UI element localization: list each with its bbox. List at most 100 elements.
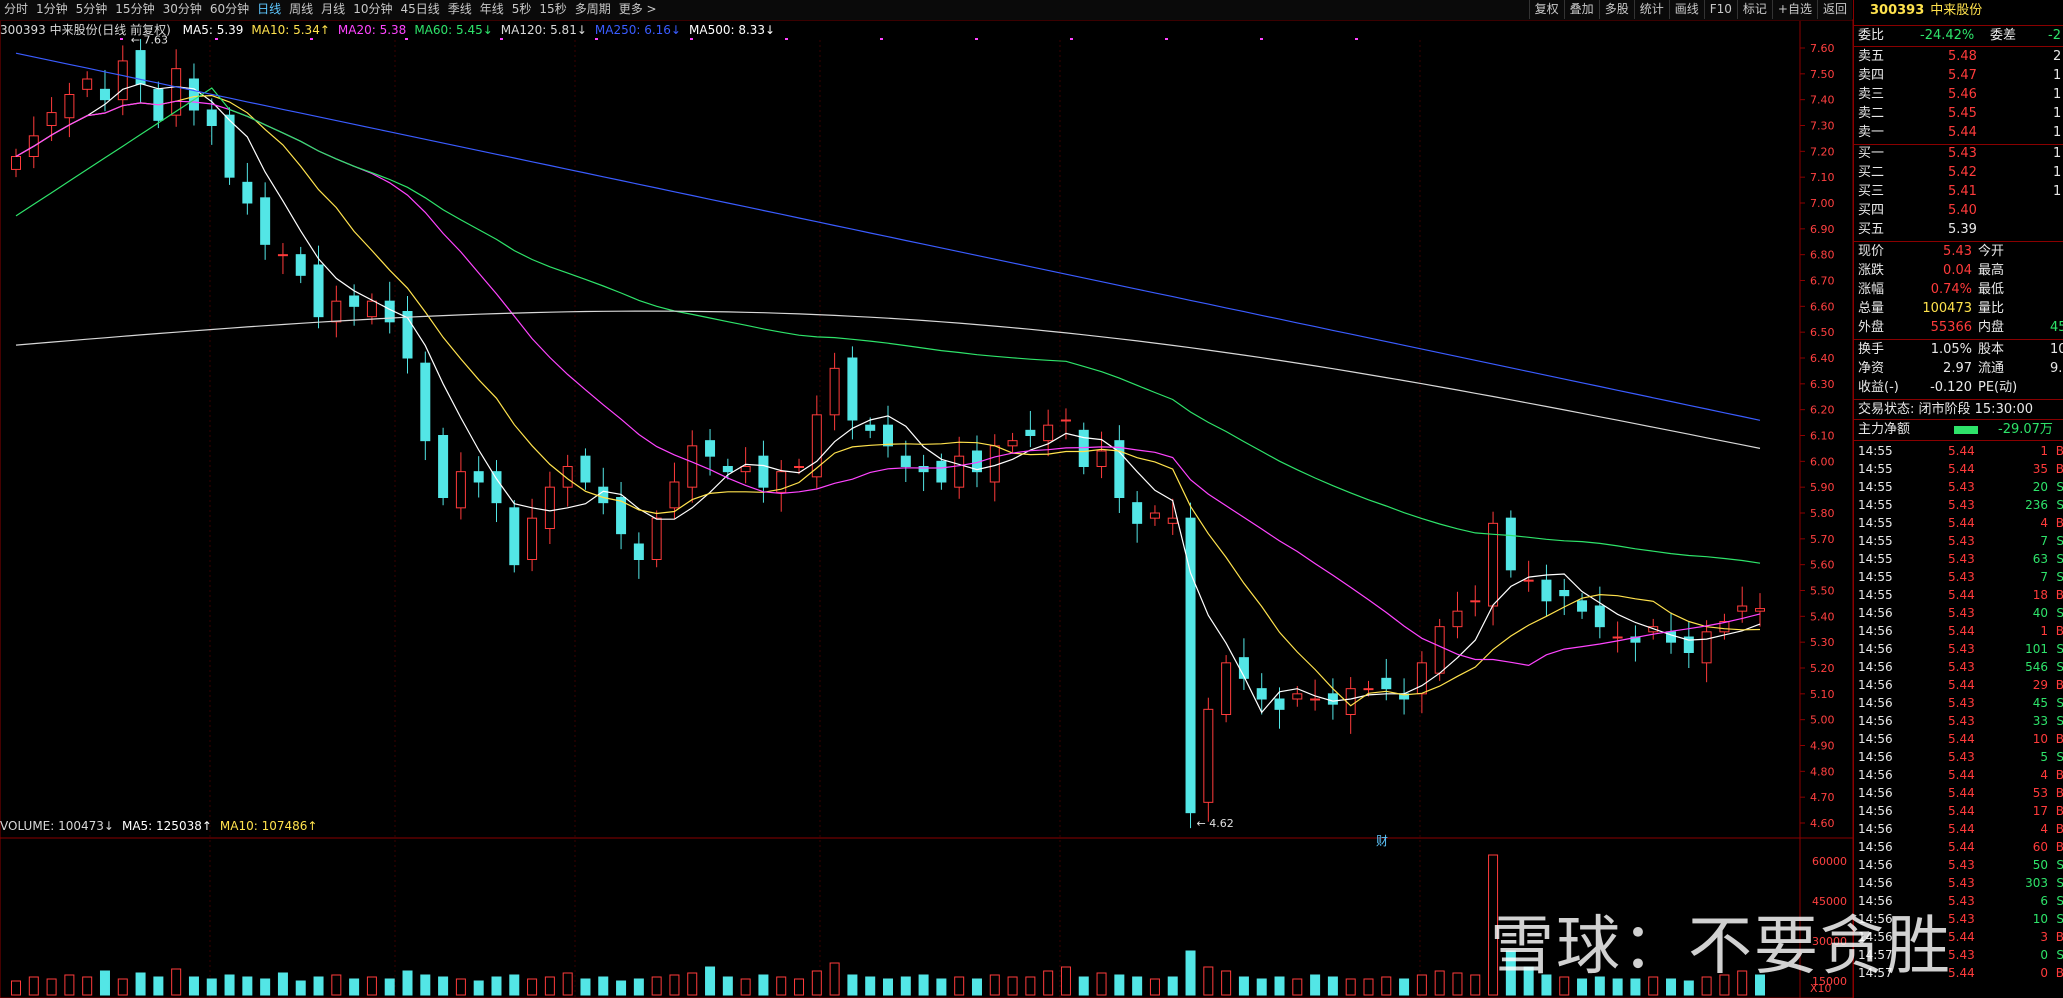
tool-button[interactable]: 多股 bbox=[1598, 0, 1634, 19]
tool-button[interactable]: 复权 bbox=[1528, 0, 1564, 19]
bid-row: 买四 5.40 bbox=[1858, 202, 2063, 220]
stat-row: 总量 100473 量比 bbox=[1858, 300, 2063, 318]
tick-time: 14:56 bbox=[1858, 642, 1893, 656]
tick-row: 14:55 5.44 4 B bbox=[1858, 514, 2063, 532]
bid-price: 5.39 bbox=[1948, 222, 1977, 237]
volume-bar bbox=[277, 972, 288, 996]
volume-bar bbox=[171, 968, 182, 996]
timeframe-tab[interactable]: 月线 bbox=[317, 0, 349, 19]
timeframe-tab[interactable]: 分时 bbox=[0, 0, 32, 19]
ma-line bbox=[15, 100, 1761, 667]
tick-side: B bbox=[2055, 624, 2063, 638]
timeframe-tab[interactable]: 15分钟 bbox=[111, 0, 158, 19]
candle-body bbox=[1292, 693, 1303, 700]
timeframe-tab[interactable]: 多周期 bbox=[571, 0, 615, 19]
volume-bar bbox=[1399, 978, 1410, 996]
timeframe-tab[interactable]: 10分钟 bbox=[349, 0, 396, 19]
timeframe-tab[interactable]: 30分钟 bbox=[159, 0, 206, 19]
candle-body bbox=[1060, 419, 1071, 422]
stat-label: 现价 bbox=[1858, 244, 1885, 259]
timeframe-tab[interactable]: 更多 > bbox=[615, 0, 661, 19]
tick-price: 5.43 bbox=[1948, 660, 1975, 674]
volume-bar bbox=[509, 974, 520, 996]
tick-side: S bbox=[2056, 696, 2063, 710]
volume-bar bbox=[847, 974, 858, 996]
tick-time: 14:56 bbox=[1858, 624, 1893, 638]
volume-bar bbox=[1274, 976, 1285, 996]
event-marker bbox=[785, 38, 788, 40]
timeframe-tab[interactable]: 年线 bbox=[476, 0, 508, 19]
tick-row: 14:56 5.43 33 S bbox=[1858, 712, 2063, 730]
candle-body bbox=[1523, 579, 1534, 582]
volume-bar bbox=[64, 974, 75, 996]
tick-price: 5.43 bbox=[1948, 552, 1975, 566]
timeframe-tab[interactable]: 60分钟 bbox=[206, 0, 253, 19]
candle-body bbox=[1434, 626, 1445, 674]
candle-body bbox=[1274, 698, 1285, 710]
tick-price: 5.44 bbox=[1948, 588, 1975, 602]
stat-row: 外盘 55366 内盘 45 bbox=[1858, 319, 2063, 337]
event-marker bbox=[1070, 38, 1073, 40]
bid-volume: 1 bbox=[2053, 146, 2062, 161]
volume-bar bbox=[971, 978, 982, 996]
tick-price: 5.44 bbox=[1948, 804, 1975, 818]
tool-button[interactable]: 统计 bbox=[1633, 0, 1669, 19]
timeframe-tab[interactable]: 5秒 bbox=[508, 0, 536, 19]
tick-volume: 35 bbox=[2032, 462, 2048, 476]
tool-button[interactable]: 叠加 bbox=[1563, 0, 1599, 19]
y-tick-label: 6.20 bbox=[1810, 404, 1835, 417]
volume-bar bbox=[829, 962, 840, 996]
volume-tick-label: 60000 bbox=[1812, 855, 1847, 868]
volume-bar bbox=[687, 972, 698, 996]
y-tick-label: 7.60 bbox=[1810, 42, 1835, 55]
y-tick-label: 4.60 bbox=[1810, 817, 1835, 830]
timeframe-tab[interactable]: 45日线 bbox=[396, 0, 443, 19]
timeframe-tab[interactable]: 日线 bbox=[253, 0, 285, 19]
volume-bar bbox=[794, 978, 805, 996]
tick-side: B bbox=[2055, 966, 2063, 980]
y-tick-label: 5.40 bbox=[1810, 610, 1835, 623]
volume-bar bbox=[402, 970, 413, 996]
tool-button[interactable]: 标记 bbox=[1736, 0, 1772, 19]
volume-bar bbox=[811, 970, 822, 996]
separator bbox=[1854, 25, 2063, 26]
timeframe-tab[interactable]: 15秒 bbox=[535, 0, 570, 19]
tool-button[interactable]: F10 bbox=[1703, 0, 1737, 19]
tick-volume: 4 bbox=[2040, 822, 2048, 836]
tick-side: S bbox=[2056, 660, 2063, 674]
candle-body bbox=[1488, 522, 1499, 607]
volume-bar bbox=[633, 978, 644, 996]
ma-legend-item: MA10: 5.34↑ bbox=[251, 23, 330, 37]
ask-label: 卖四 bbox=[1858, 68, 1885, 83]
tool-button[interactable]: 返回 bbox=[1816, 0, 1852, 19]
tick-volume: 20 bbox=[2032, 480, 2048, 494]
tick-price: 5.43 bbox=[1948, 948, 1975, 962]
tick-side: B bbox=[2055, 444, 2063, 458]
volume-bar bbox=[349, 978, 360, 996]
tick-row: 14:56 5.43 101 S bbox=[1858, 640, 2063, 658]
timeframe-tab[interactable]: 季线 bbox=[444, 0, 476, 19]
tool-button[interactable]: 画线 bbox=[1668, 0, 1704, 19]
tick-volume: 546 bbox=[2025, 660, 2048, 674]
stock-code: 300393 bbox=[1870, 3, 1925, 18]
timeframe-tab[interactable]: 5分钟 bbox=[72, 0, 112, 19]
timeframe-tab[interactable]: 1分钟 bbox=[32, 0, 72, 19]
tick-time: 14:56 bbox=[1858, 786, 1893, 800]
volume-bar bbox=[188, 976, 199, 996]
tick-volume: 1 bbox=[2040, 624, 2048, 638]
ask-row: 卖一 5.44 1 bbox=[1858, 124, 2063, 142]
candle-body bbox=[829, 367, 840, 416]
volume-bar bbox=[11, 980, 21, 996]
tick-volume: 45 bbox=[2032, 696, 2048, 710]
y-tick-label: 6.80 bbox=[1810, 249, 1835, 262]
volume-bar bbox=[28, 976, 39, 996]
y-tick-label: 5.00 bbox=[1810, 714, 1835, 727]
kline-chart[interactable]: 7.60 7.50 7.40 7.30 7.20 7.10 7.00 6.90 6.80 6.70… bbox=[0, 0, 1853, 998]
tick-price: 5.43 bbox=[1948, 876, 1975, 890]
tool-button[interactable]: +自选 bbox=[1771, 0, 1817, 19]
candle-body bbox=[1559, 590, 1570, 597]
candle-body bbox=[900, 455, 911, 467]
tick-time: 14:55 bbox=[1858, 588, 1893, 602]
timeframe-tab[interactable]: 周线 bbox=[285, 0, 317, 19]
candle-body bbox=[1505, 517, 1516, 571]
